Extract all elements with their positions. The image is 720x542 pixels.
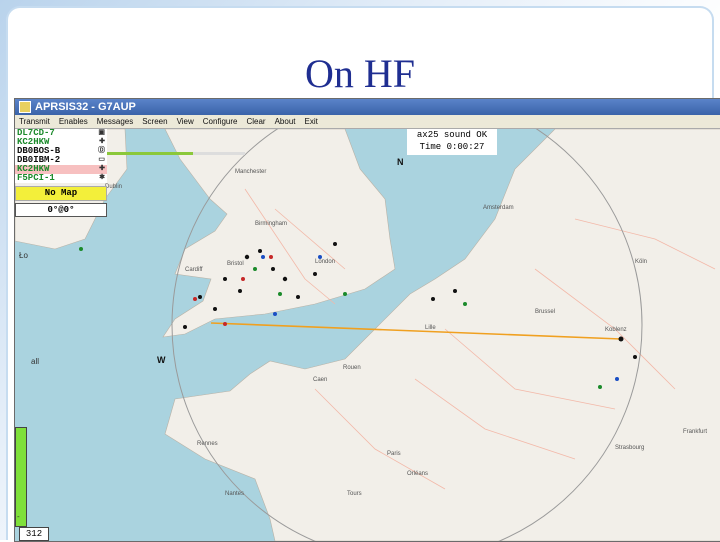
map-label-cardiff: Cardiff <box>185 267 203 273</box>
side-tick-bottom: - <box>17 512 20 521</box>
map-label-koblenz: Koblenz <box>605 327 627 333</box>
zoom-scale-bar[interactable]: - <box>15 427 27 527</box>
progress-fill <box>107 152 193 155</box>
side-tick-left: Ło <box>19 251 28 260</box>
callsign-row[interactable]: F5PCI-1 ✱ <box>15 174 107 183</box>
app-icon <box>19 101 31 113</box>
map-label-brussels: Brussel <box>535 309 556 315</box>
side-tick-all: all <box>31 357 40 366</box>
map-label-rennes: Rennes <box>197 441 218 447</box>
aprs-symbol-icon: ✚ <box>99 138 105 146</box>
menu-configure[interactable]: Configure <box>203 117 238 126</box>
map-label-tours: Tours <box>347 491 362 497</box>
callsign-label: F5PCI-1 <box>17 173 55 183</box>
window-title: APRSIS32 - G7AUP <box>35 101 136 113</box>
map-label-nantes: Nantes <box>225 491 245 497</box>
map-label-bristol: Bristol <box>227 261 244 267</box>
no-map-badge: No Map <box>15 186 107 201</box>
map-label-strasbourg: Strasbourg <box>615 445 645 451</box>
compass-west: W <box>157 355 166 365</box>
progress-bar <box>107 152 245 155</box>
status-mode: ax25 sound OK <box>416 130 488 140</box>
packet-count: 312 <box>19 527 49 541</box>
map-label-caen: Caen <box>313 377 328 383</box>
map-label-amsterdam: Amsterdam <box>483 205 514 211</box>
menu-screen[interactable]: Screen <box>142 117 167 126</box>
map-label-paris: Paris <box>387 451 401 457</box>
menu-about[interactable]: About <box>275 117 296 126</box>
map-label-rouen: Rouen <box>343 365 361 371</box>
menu-enables[interactable]: Enables <box>59 117 88 126</box>
aprs-symbol-icon: ▭ <box>98 156 105 164</box>
aprs-symbol-icon: ▣ <box>98 129 105 137</box>
map-label-dublin: Dublin <box>105 184 123 190</box>
map-label-koln: Köln <box>635 259 648 265</box>
map-label-orleans: Orléans <box>407 471 429 477</box>
menu-view[interactable]: View <box>177 117 194 126</box>
map-label-manchester: Manchester <box>235 169 267 175</box>
menu-messages[interactable]: Messages <box>97 117 133 126</box>
map-label-frankfurt: Frankfurt <box>683 429 708 435</box>
map-label-birmingham: Birmingham <box>255 221 288 227</box>
status-time: Time 0:00:27 <box>419 142 485 152</box>
menu-transmit[interactable]: Transmit <box>19 117 50 126</box>
callsign-list: DL7CD-7 ▣ KC2HKW ✚ DB0BOS-B Ⓓ DB0IBM-2 ▭ KC2… <box>15 129 107 217</box>
map-view[interactable]: Amsterdam London Paris Brussel Köln Fran… <box>15 129 720 541</box>
status-panel: ax25 sound OK Time 0:00:27 <box>407 129 497 155</box>
aprs-symbol-icon: ✱ <box>99 174 105 182</box>
menu-exit[interactable]: Exit <box>305 117 318 126</box>
menu-bar: Transmit Enables Messages Screen View Co… <box>15 115 720 129</box>
menu-clear[interactable]: Clear <box>246 117 265 126</box>
map-canvas <box>15 129 720 541</box>
map-label-lille: Lille <box>425 325 436 331</box>
coordinate-readout: 0°@0° <box>15 203 107 217</box>
compass-north: N <box>397 157 404 167</box>
aprs-symbol-icon: ✚ <box>99 165 105 173</box>
map-label-london: London <box>315 259 336 265</box>
app-window: APRSIS32 - G7AUP Transmit Enables Messag… <box>14 98 720 542</box>
window-titlebar[interactable]: APRSIS32 - G7AUP <box>15 99 720 115</box>
aprs-symbol-icon: Ⓓ <box>98 147 105 155</box>
slide-title: On HF <box>304 51 416 96</box>
